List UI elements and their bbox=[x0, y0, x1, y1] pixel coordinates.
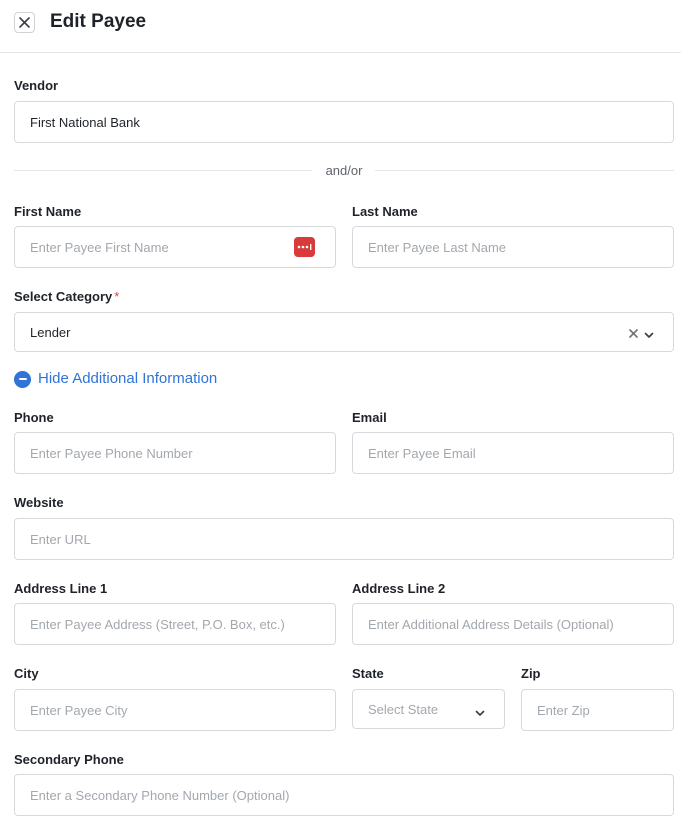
hide-additional-info-label: Hide Additional Information bbox=[38, 370, 218, 387]
first-name-placeholder: Enter Payee First Name bbox=[30, 239, 169, 255]
password-manager-icon[interactable] bbox=[294, 237, 315, 257]
and-or-separator: and/or bbox=[325, 163, 363, 178]
city-label: City bbox=[14, 666, 39, 681]
last-name-field[interactable] bbox=[352, 226, 674, 268]
secondary-phone-field[interactable] bbox=[14, 774, 674, 816]
state-placeholder: Select State bbox=[368, 701, 439, 717]
address-line1-label: Address Line 1 bbox=[14, 581, 108, 596]
address-line2-label: Address Line 2 bbox=[352, 581, 446, 596]
email-field[interactable] bbox=[352, 432, 674, 474]
zip-field[interactable] bbox=[521, 689, 674, 731]
modal-header: Edit Payee bbox=[0, 0, 681, 53]
category-label: Select Category * bbox=[14, 289, 119, 305]
divider-left bbox=[14, 170, 312, 171]
address-line1-input[interactable] bbox=[30, 616, 335, 632]
zip-input[interactable] bbox=[537, 702, 673, 718]
first-name-field[interactable]: Enter Payee First Name bbox=[14, 226, 336, 268]
close-button[interactable] bbox=[14, 12, 35, 33]
page-title: Edit Payee bbox=[50, 11, 147, 32]
zip-label: Zip bbox=[521, 666, 541, 681]
address-line1-field[interactable] bbox=[14, 603, 336, 645]
secondary-phone-label: Secondary Phone bbox=[14, 752, 124, 767]
chevron-down-icon bbox=[475, 705, 485, 720]
phone-input[interactable] bbox=[30, 445, 335, 461]
phone-field[interactable] bbox=[14, 432, 336, 474]
address-line2-input[interactable] bbox=[368, 616, 673, 632]
close-icon bbox=[19, 17, 30, 28]
required-asterisk: * bbox=[114, 289, 120, 304]
chevron-down-icon[interactable] bbox=[644, 327, 654, 342]
hide-additional-info-toggle[interactable]: Hide Additional Information bbox=[14, 370, 217, 388]
last-name-label: Last Name bbox=[352, 204, 418, 219]
website-label: Website bbox=[14, 495, 64, 510]
clear-icon[interactable] bbox=[629, 326, 638, 340]
email-input[interactable] bbox=[368, 445, 673, 461]
category-select[interactable]: Lender bbox=[14, 312, 674, 352]
vendor-label: Vendor bbox=[14, 78, 59, 93]
divider-right bbox=[375, 170, 674, 171]
secondary-phone-input[interactable] bbox=[30, 787, 673, 803]
first-name-label: First Name bbox=[14, 204, 82, 219]
minus-circle-icon bbox=[14, 370, 31, 388]
category-label-text: Select Category bbox=[14, 289, 113, 304]
state-select[interactable]: Select State bbox=[352, 689, 505, 729]
last-name-input[interactable] bbox=[368, 239, 673, 255]
website-input[interactable] bbox=[30, 531, 673, 547]
address-line2-field[interactable] bbox=[352, 603, 674, 645]
city-field[interactable] bbox=[14, 689, 336, 731]
website-field[interactable] bbox=[14, 518, 674, 560]
state-label: State bbox=[352, 666, 384, 681]
vendor-value: First National Bank bbox=[30, 114, 140, 130]
email-label: Email bbox=[352, 410, 387, 425]
category-value: Lender bbox=[30, 324, 71, 340]
city-input[interactable] bbox=[30, 702, 335, 718]
vendor-field[interactable]: First National Bank bbox=[14, 101, 674, 143]
phone-label: Phone bbox=[14, 410, 54, 425]
